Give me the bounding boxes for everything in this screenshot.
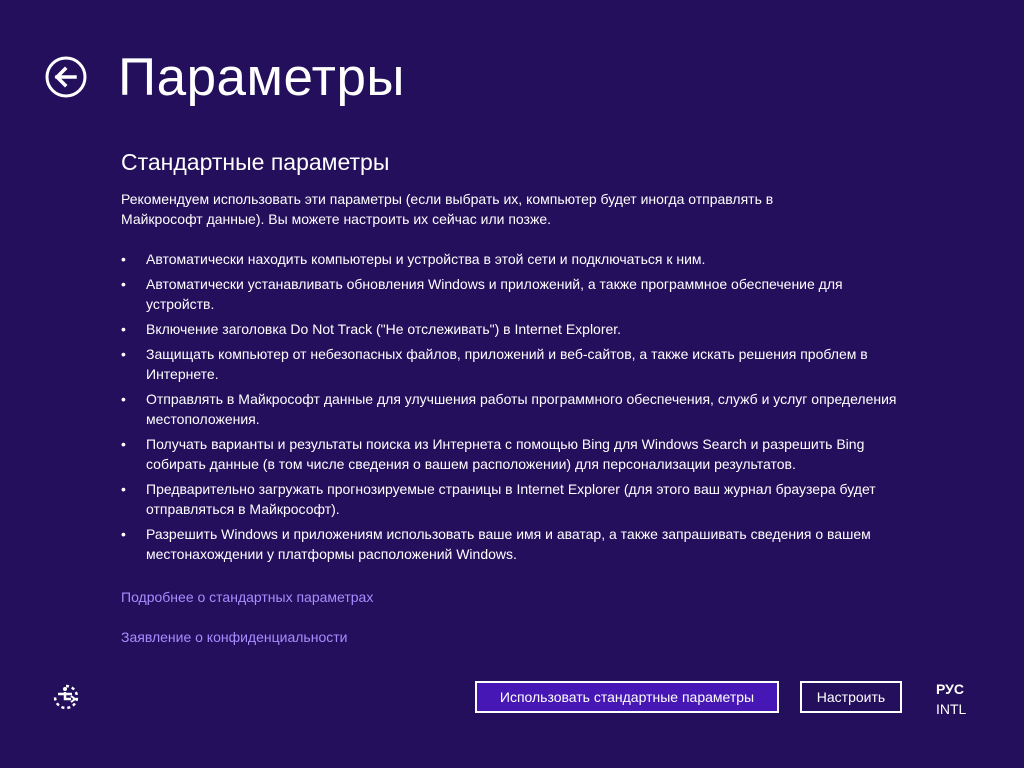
keyboard-layout: INTL xyxy=(936,701,967,717)
bullet-marker: • xyxy=(121,481,126,497)
use-express-settings-button[interactable]: Использовать стандартные параметры xyxy=(475,681,779,713)
intro-text: Рекомендуем использовать эти параметры (… xyxy=(121,191,774,227)
list-item-text: Разрешить Windows и приложениям использо… xyxy=(146,526,871,562)
back-button[interactable] xyxy=(45,56,87,98)
ease-of-access-icon xyxy=(53,684,79,710)
bullet-marker: • xyxy=(121,251,126,267)
list-item-text: Включение заголовка Do Not Track ("Не от… xyxy=(146,321,622,337)
list-item: • Автоматически устанавливать обновления … xyxy=(121,274,911,314)
section-title: Стандартные параметры xyxy=(121,149,390,175)
list-item-text: Получать варианты и результаты поиска из… xyxy=(146,436,865,472)
language-code: РУС xyxy=(936,681,964,697)
bullet-marker: • xyxy=(121,276,126,292)
page-title: Параметры xyxy=(118,48,406,107)
bullet-marker: • xyxy=(121,321,126,337)
back-arrow-icon xyxy=(45,56,87,98)
list-item-text: Автоматически находить компьютеры и устр… xyxy=(146,251,706,267)
list-item: • Получать варианты и результаты поиска и… xyxy=(121,434,911,474)
list-item-text: Предварительно загружать прогнозируемые … xyxy=(146,481,876,517)
settings-list: • Автоматически находить компьютеры и уст… xyxy=(121,249,911,569)
list-item-text: Защищать компьютер от небезопасных файло… xyxy=(146,346,868,382)
bullet-marker: • xyxy=(121,346,126,362)
list-item: • Разрешить Windows и приложениям использ… xyxy=(121,524,911,564)
list-item-text: Отправлять в Майкрософт данные для улучш… xyxy=(146,391,897,427)
bullet-marker: • xyxy=(121,391,126,407)
list-item-text: Автоматически устанавливать обновления W… xyxy=(146,276,843,312)
bullet-marker: • xyxy=(121,436,126,452)
list-item: • Защищать компьютер от небезопасных файл… xyxy=(121,344,911,384)
list-item: • Отправлять в Майкрософт данные для улуч… xyxy=(121,389,911,429)
privacy-statement-link[interactable]: Заявление о конфиденциальности xyxy=(121,627,347,647)
list-item: • Включение заголовка Do Not Track ("Не о… xyxy=(121,319,911,339)
bullet-marker: • xyxy=(121,526,126,542)
language-indicator[interactable]: РУС INTL xyxy=(936,679,966,719)
learn-more-link[interactable]: Подробнее о стандартных параметрах xyxy=(121,587,373,607)
customize-button[interactable]: Настроить xyxy=(800,681,902,713)
list-item: • Автоматически находить компьютеры и уст… xyxy=(121,249,911,269)
list-item: • Предварительно загружать прогнозируемые… xyxy=(121,479,911,519)
ease-of-access-button[interactable] xyxy=(52,683,80,711)
